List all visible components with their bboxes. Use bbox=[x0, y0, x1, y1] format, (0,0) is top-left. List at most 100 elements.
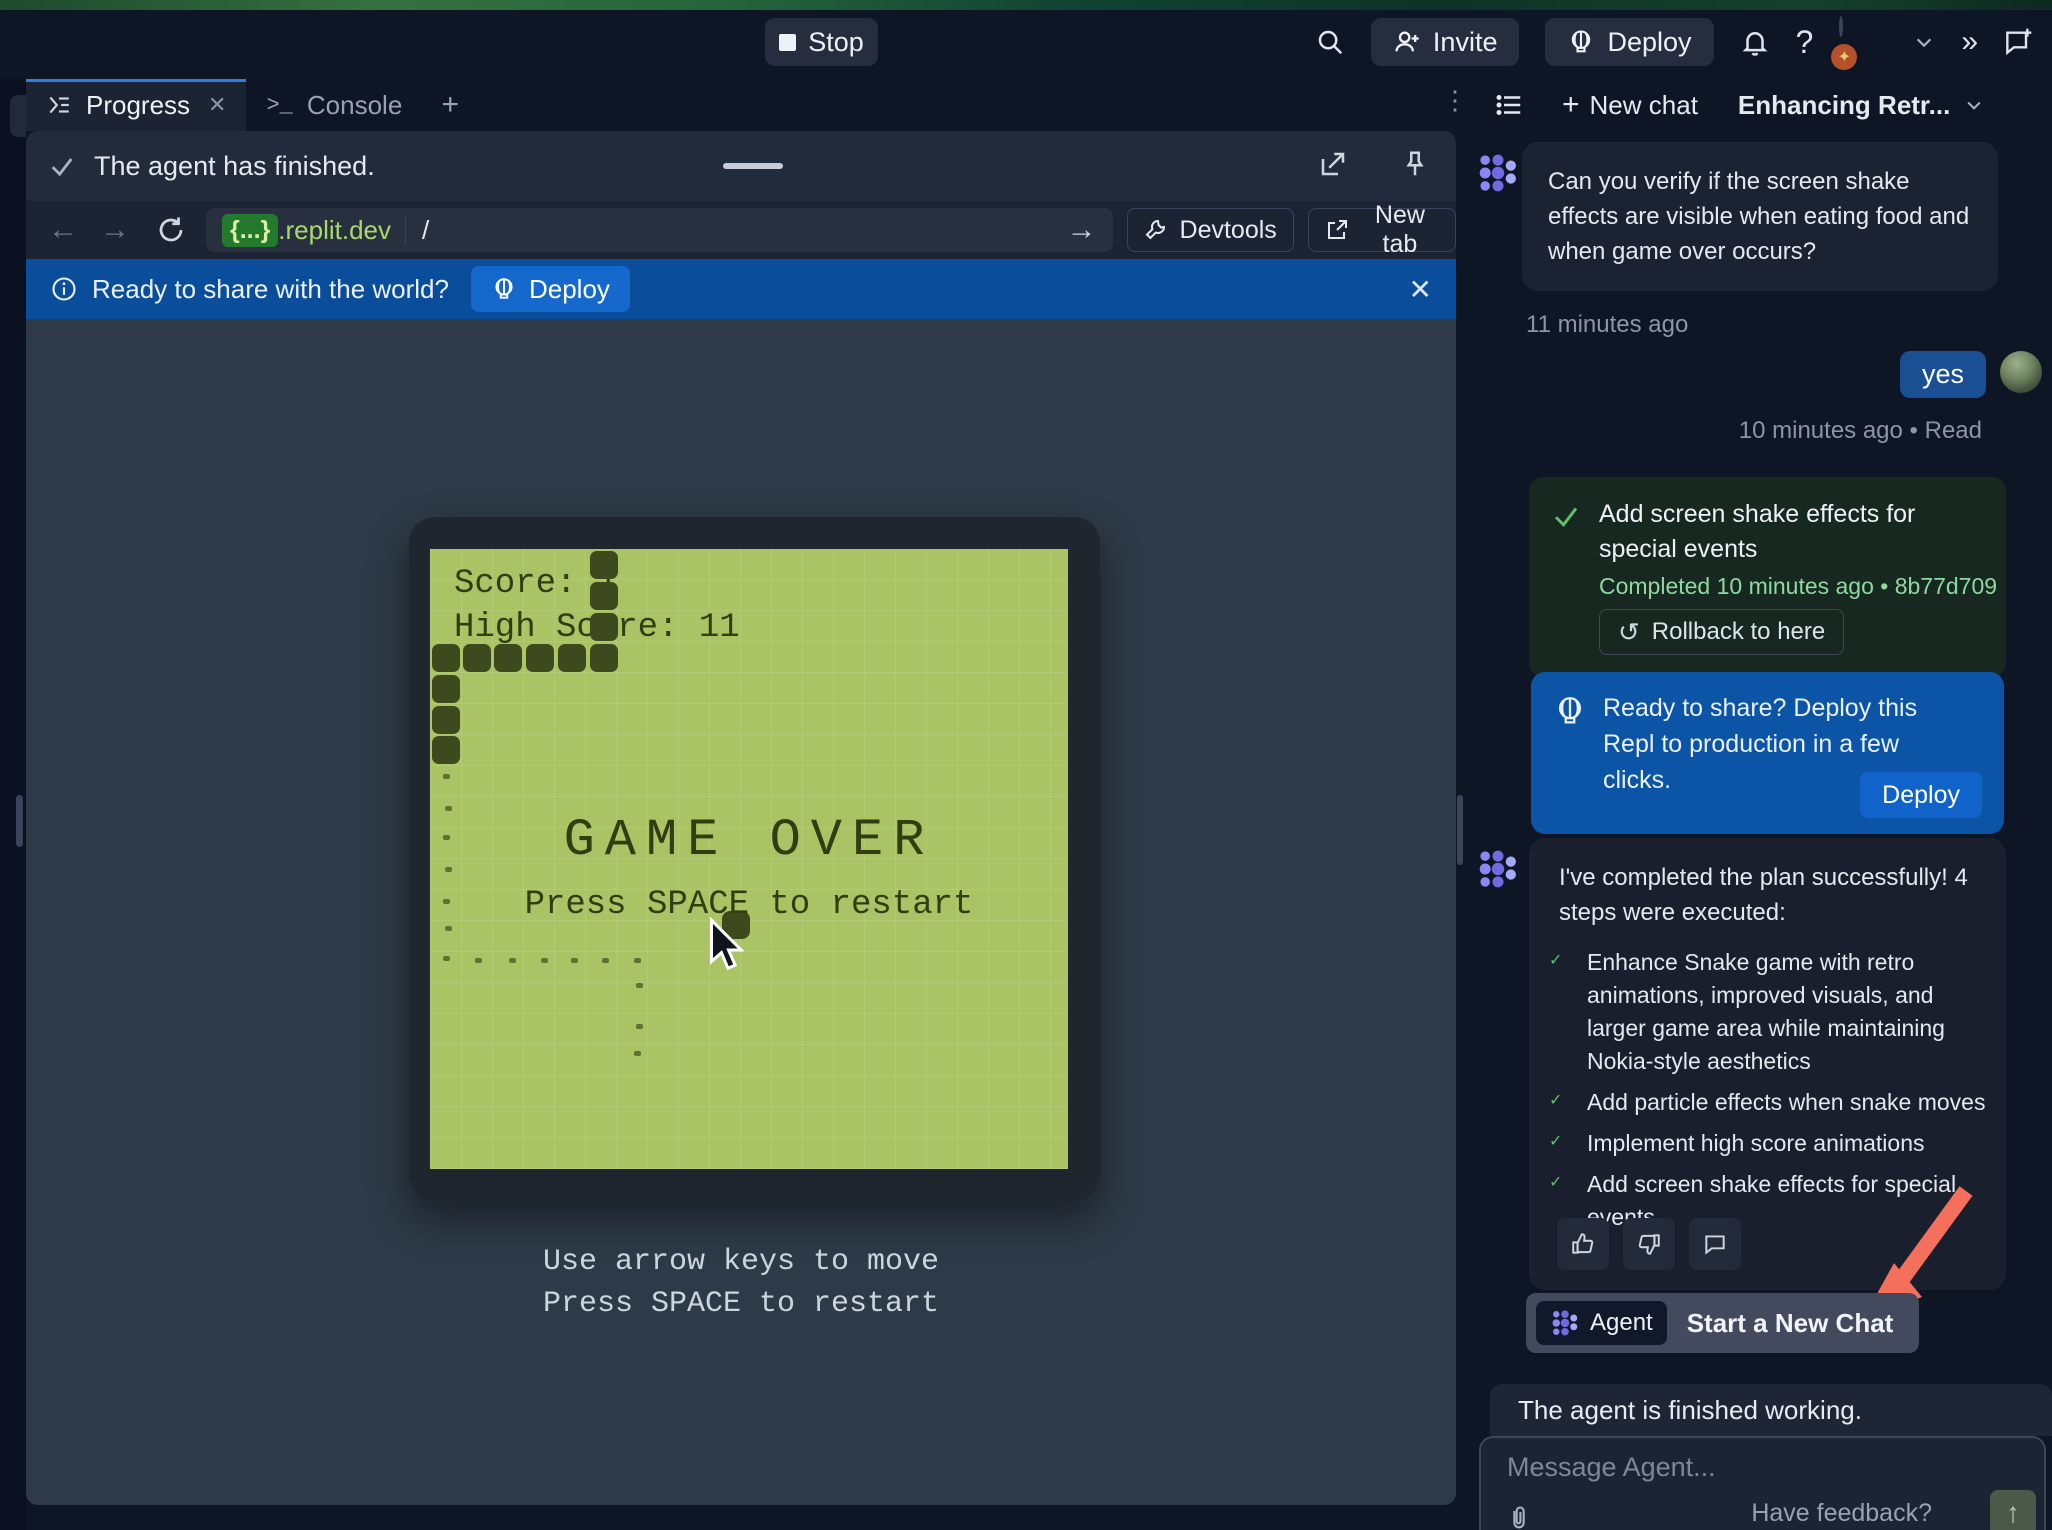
deploy-parachute-icon bbox=[1567, 28, 1595, 56]
domain-text: .replit.dev bbox=[278, 215, 391, 246]
snake-segment bbox=[432, 736, 460, 764]
agent-badge-label: Agent bbox=[1590, 1309, 1653, 1337]
nav-back-icon[interactable]: ← bbox=[48, 213, 78, 247]
nav-refresh-icon[interactable] bbox=[156, 215, 186, 245]
collapsed-tab-fragment[interactable] bbox=[10, 95, 26, 137]
agent-finished-status-bar: The agent is finished working. bbox=[1490, 1384, 2052, 1436]
pin-icon[interactable] bbox=[1400, 149, 1430, 179]
replit-workspace-window: Stop Invite Deploy ? bbox=[0, 0, 2052, 1530]
snake-game-screen[interactable]: Score: 1 High Score: 11 GAME OVER Press … bbox=[430, 549, 1068, 1169]
agent-chat-sidebar: + New chat Enhancing Retr... Can you ver… bbox=[1466, 79, 2052, 1530]
start-new-chat-button[interactable]: Agent Start a New Chat bbox=[1526, 1293, 1919, 1353]
attachment-paperclip-icon[interactable] bbox=[1505, 1504, 1533, 1530]
particle-dot bbox=[475, 958, 482, 963]
stop-button[interactable]: Stop bbox=[765, 18, 878, 66]
agent-status-row: The agent has finished. bbox=[26, 131, 1456, 201]
task-completed-meta: Completed 10 minutes ago • 8b77d709 bbox=[1599, 573, 1997, 600]
particle-dot bbox=[443, 774, 450, 779]
comment-button[interactable] bbox=[1689, 1218, 1741, 1270]
account-chevron-down-icon[interactable] bbox=[1913, 31, 1935, 53]
collapse-chevrons-icon[interactable]: » bbox=[1961, 25, 1976, 59]
instructions-line-1: Use arrow keys to move bbox=[26, 1241, 1456, 1283]
comment-plus-icon[interactable] bbox=[2002, 26, 2034, 58]
progress-tab-icon bbox=[46, 92, 72, 118]
plan-item: ✓ Add particle effects when snake moves bbox=[1549, 1086, 1989, 1119]
rollback-button[interactable]: ↺ Rollback to here bbox=[1599, 609, 1844, 655]
progress-tab-close-icon[interactable]: ✕ bbox=[208, 92, 226, 118]
info-icon bbox=[50, 275, 78, 303]
deploy-label: Deploy bbox=[1607, 27, 1691, 58]
app-preview: Score: 1 High Score: 11 GAME OVER Press … bbox=[26, 319, 1456, 1505]
invite-button[interactable]: Invite bbox=[1371, 18, 1520, 66]
account-avatar[interactable]: ✦ bbox=[1839, 18, 1887, 66]
plan-checklist: ✓ Enhance Snake game with retro animatio… bbox=[1549, 946, 1989, 1242]
search-icon[interactable] bbox=[1315, 27, 1345, 57]
particle-dot bbox=[636, 1024, 643, 1029]
snake-segment bbox=[590, 613, 618, 641]
avatar-image bbox=[1839, 16, 1843, 37]
banner-close-icon[interactable]: ✕ bbox=[1409, 273, 1432, 306]
send-button[interactable]: ↑ bbox=[1990, 1490, 2036, 1530]
tab-console[interactable]: >_ Console bbox=[246, 79, 422, 131]
snake-segment bbox=[590, 582, 618, 610]
open-in-new-pane-icon[interactable] bbox=[1318, 149, 1348, 179]
add-tab-button[interactable]: + bbox=[422, 79, 478, 131]
topbar-right-group: Invite Deploy ? ✦ » bbox=[1315, 14, 2034, 70]
snake-segment bbox=[494, 644, 522, 672]
particle-dot bbox=[571, 958, 578, 963]
help-icon[interactable]: ? bbox=[1796, 24, 1814, 61]
banner-deploy-button[interactable]: Deploy bbox=[471, 266, 630, 312]
snake-segment bbox=[590, 551, 618, 579]
console-tab-label: Console bbox=[307, 90, 402, 121]
left-panel-drag-handle[interactable] bbox=[16, 795, 23, 847]
masked-domain-chip: {...} bbox=[222, 214, 278, 247]
particle-dot bbox=[634, 958, 641, 963]
tab-progress[interactable]: Progress ✕ bbox=[26, 79, 246, 131]
task-title: Add screen shake effects for special eve… bbox=[1599, 497, 1969, 567]
url-go-icon[interactable]: → bbox=[1067, 213, 1097, 247]
user-message-meta: 10 minutes ago • Read bbox=[1739, 417, 1982, 445]
pane-drag-handle[interactable] bbox=[723, 163, 783, 169]
url-input[interactable]: {...} .replit.dev / → bbox=[206, 208, 1113, 252]
panel-divider[interactable]: ⋮ bbox=[1456, 79, 1466, 1530]
have-feedback-link[interactable]: Have feedback? bbox=[1751, 1499, 1932, 1528]
message-agent-input[interactable] bbox=[1507, 1452, 2007, 1483]
devtools-button[interactable]: Devtools bbox=[1127, 208, 1294, 252]
console-tab-icon: >_ bbox=[266, 93, 292, 118]
desktop-wallpaper-strip bbox=[0, 0, 2052, 10]
particle-dot bbox=[636, 983, 643, 988]
deploy-banner: Ready to share with the world? Deploy ✕ bbox=[26, 259, 1456, 319]
agent-badge: Agent bbox=[1536, 1301, 1667, 1345]
divider-drag-handle[interactable] bbox=[1457, 795, 1463, 865]
divider-dots-handle[interactable]: ⋮ bbox=[1442, 93, 1468, 107]
collapsed-left-panel bbox=[0, 79, 26, 1530]
preview-url-bar: ← → {...} .replit.dev / → Devtools bbox=[26, 201, 1456, 259]
chevron-down-icon bbox=[1964, 95, 1984, 115]
thumbs-up-button[interactable] bbox=[1557, 1218, 1609, 1270]
game-instructions: Use arrow keys to move Press SPACE to re… bbox=[26, 1241, 1456, 1325]
snake-segment bbox=[590, 644, 618, 672]
new-chat-button[interactable]: + New chat bbox=[1562, 88, 1698, 122]
nav-forward-icon[interactable]: → bbox=[100, 213, 130, 247]
plus-icon: + bbox=[1562, 88, 1580, 122]
deploy-button[interactable]: Deploy bbox=[1545, 18, 1713, 66]
snake-segment bbox=[432, 675, 460, 703]
new-tab-button[interactable]: New tab bbox=[1308, 208, 1456, 252]
stop-label: Stop bbox=[808, 27, 864, 58]
agent-logo-avatar bbox=[1476, 151, 1520, 195]
invite-person-plus-icon bbox=[1393, 28, 1421, 56]
deploy-parachute-icon bbox=[491, 276, 517, 302]
start-new-chat-label: Start a New Chat bbox=[1687, 1308, 1894, 1339]
thumbs-down-button[interactable] bbox=[1623, 1218, 1675, 1270]
check-icon: ✓ bbox=[1549, 1086, 1573, 1119]
deploy-promo-card: Ready to share? Deploy this Repl to prod… bbox=[1531, 672, 2004, 834]
user-avatar bbox=[2000, 351, 2042, 393]
chat-list-icon[interactable] bbox=[1494, 90, 1524, 120]
particle-dot bbox=[634, 1051, 641, 1056]
chat-title-dropdown[interactable]: Enhancing Retr... bbox=[1738, 90, 1984, 121]
notifications-bell-icon[interactable] bbox=[1740, 27, 1770, 57]
plan-item: ✓ Implement high score animations bbox=[1549, 1127, 1989, 1160]
deploy-card-button[interactable]: Deploy bbox=[1860, 772, 1982, 818]
message-feedback-actions bbox=[1557, 1218, 1741, 1270]
instructions-line-2: Press SPACE to restart bbox=[26, 1283, 1456, 1325]
